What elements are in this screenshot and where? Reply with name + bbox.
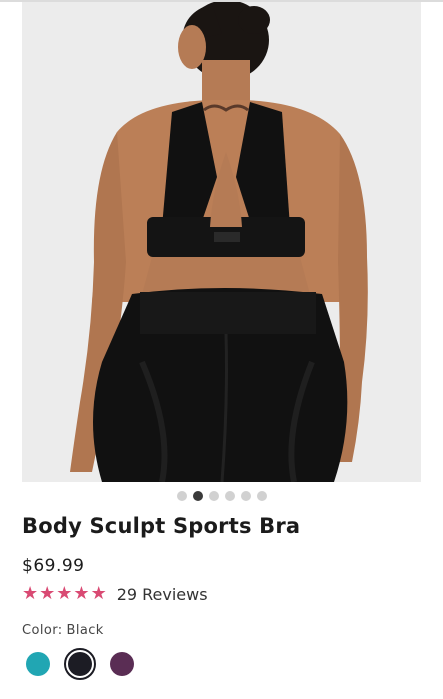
color-swatches	[22, 648, 138, 680]
swatch-plum[interactable]	[106, 648, 138, 680]
star-icon: ★	[39, 583, 56, 604]
carousel-dot[interactable]	[192, 491, 203, 501]
carousel-dot[interactable]	[224, 491, 235, 501]
star-rating: ★ ★ ★ ★ ★	[22, 584, 107, 604]
color-selector-label: Color: Black	[22, 623, 104, 638]
star-icon: ★	[73, 583, 90, 604]
swatch-color-teal	[26, 652, 50, 676]
product-image[interactable]	[22, 2, 421, 482]
star-icon: ★	[90, 583, 107, 604]
product-photo-illustration	[22, 2, 421, 482]
star-icon: ★	[22, 583, 39, 604]
product-price: $69.99	[22, 556, 85, 576]
image-carousel-dots	[0, 491, 443, 501]
carousel-dot[interactable]	[208, 491, 219, 501]
swatch-color-plum	[110, 652, 134, 676]
swatch-black[interactable]	[64, 648, 96, 680]
swatch-teal[interactable]	[22, 648, 54, 680]
carousel-dot[interactable]	[176, 491, 187, 501]
carousel-dot[interactable]	[256, 491, 267, 501]
carousel-dot[interactable]	[240, 491, 251, 501]
product-title: Body Sculpt Sports Bra	[22, 514, 301, 538]
product-rating[interactable]: ★ ★ ★ ★ ★ 29 Reviews	[22, 584, 208, 604]
color-label: Color:	[22, 623, 63, 638]
swatch-color-black	[68, 652, 92, 676]
star-icon: ★	[56, 583, 73, 604]
reviews-link[interactable]: 29 Reviews	[117, 585, 208, 604]
selected-color-name: Black	[66, 623, 104, 638]
